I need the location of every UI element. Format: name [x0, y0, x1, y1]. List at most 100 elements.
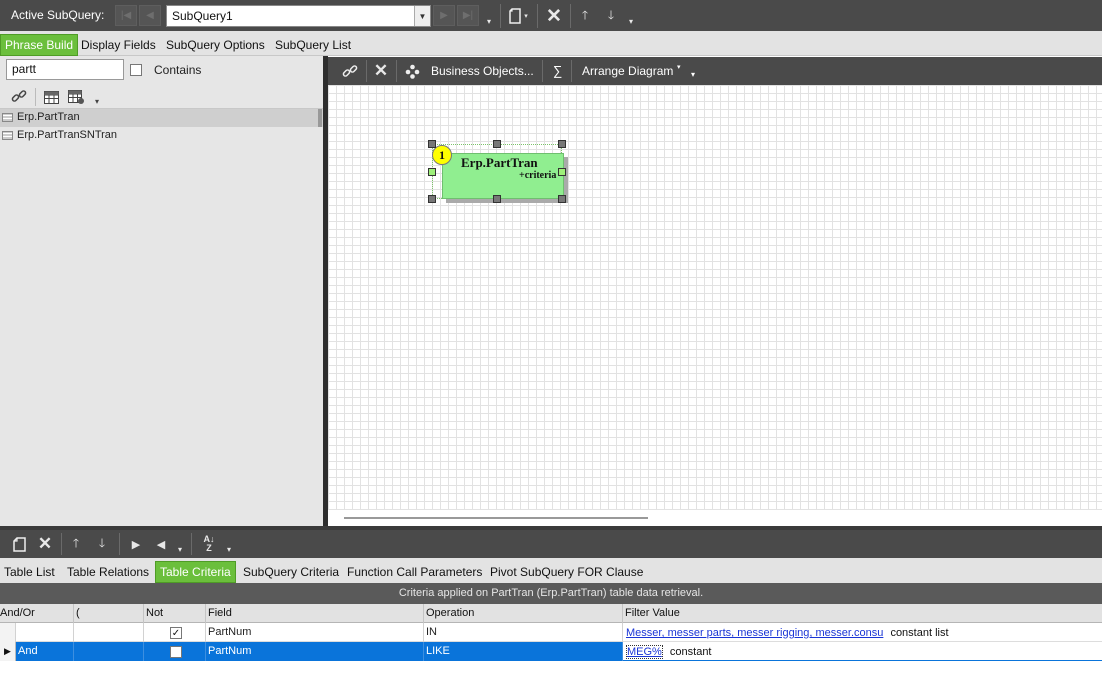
filter-value-link[interactable]: MEG%: [626, 645, 663, 659]
table-grid-icon[interactable]: [41, 88, 61, 106]
column-header-field[interactable]: Field: [206, 604, 424, 623]
not-cell[interactable]: [144, 642, 206, 661]
toolbar-divider: [61, 533, 62, 555]
tab-phrase-build[interactable]: Phrase Build: [0, 34, 79, 56]
contains-label: Contains: [154, 63, 202, 77]
list-item[interactable]: Erp.PartTran: [0, 109, 323, 127]
top-toolbar: Active SubQuery: |◀ ◀ SubQuery1 ▼ ▶ ▶| ▾…: [0, 0, 1102, 31]
toolbar-divider: [396, 60, 397, 82]
filter-value-cell[interactable]: MEG% constant: [623, 642, 1102, 661]
arrange-diagram-button[interactable]: Arrange Diagram: [582, 64, 673, 78]
delete-icon[interactable]: ✕: [543, 5, 565, 27]
diagram-canvas[interactable]: Erp.PartTran +criteria 1: [328, 85, 1102, 510]
resize-handle[interactable]: [428, 168, 436, 176]
field-cell[interactable]: PartNum: [206, 623, 424, 642]
overflow-chevron-icon[interactable]: ▾: [691, 70, 695, 79]
node-order-badge: 1: [432, 145, 452, 165]
andor-cell[interactable]: [16, 623, 74, 642]
business-objects-icon[interactable]: [403, 62, 421, 80]
overflow-chevron-icon[interactable]: ▾: [626, 14, 636, 28]
field-cell[interactable]: PartNum: [206, 642, 424, 661]
new-subquery-icon[interactable]: ▾: [506, 6, 530, 26]
column-header-not[interactable]: Not: [144, 604, 206, 623]
table-list-toolbar: ▾: [0, 84, 323, 109]
last-record-icon[interactable]: ▶|: [457, 5, 479, 26]
link-icon[interactable]: [9, 87, 29, 105]
not-checkbox[interactable]: ✓: [170, 627, 182, 639]
criteria-grid-header: And/Or ( Not Field Operation Filter Valu…: [0, 604, 1102, 623]
resize-handle[interactable]: [428, 140, 436, 148]
paren-cell[interactable]: [74, 642, 144, 661]
node-criteria-label: +criteria: [519, 170, 557, 181]
arrange-dropdown-icon[interactable]: ▾: [677, 63, 681, 71]
sigma-icon[interactable]: ∑: [553, 63, 562, 78]
main-tab-strip: Phrase Build Display Fields SubQuery Opt…: [0, 31, 1102, 56]
overflow-chevron-icon[interactable]: ▾: [484, 14, 494, 28]
column-header-filter-value[interactable]: Filter Value: [623, 604, 1102, 623]
delete-icon[interactable]: ✕: [371, 61, 391, 81]
resize-handle[interactable]: [558, 168, 566, 176]
andor-cell[interactable]: And: [16, 642, 74, 661]
indent-left-icon[interactable]: ◀: [152, 535, 170, 553]
table-settings-icon[interactable]: [66, 88, 86, 106]
table-search-input[interactable]: partt: [6, 59, 124, 80]
move-down-icon[interactable]: 🡓: [602, 6, 620, 26]
tab-display-fields[interactable]: Display Fields: [74, 34, 163, 56]
list-item[interactable]: Erp.PartTranSNTran: [0, 127, 323, 145]
resize-handle[interactable]: [493, 140, 501, 148]
new-criteria-icon[interactable]: [10, 535, 28, 554]
tab-table-relations[interactable]: Table Relations: [60, 561, 156, 583]
paren-cell[interactable]: [74, 623, 144, 642]
resize-handle[interactable]: [493, 195, 501, 203]
list-scrollbar[interactable]: [318, 109, 322, 127]
indent-right-icon[interactable]: ▶: [127, 535, 145, 553]
first-record-icon[interactable]: |◀: [115, 5, 137, 26]
toolbar-divider: [191, 533, 192, 555]
tab-table-list[interactable]: Table List: [0, 561, 62, 583]
contains-checkbox[interactable]: [130, 64, 142, 76]
link-icon[interactable]: [340, 62, 360, 80]
move-down-icon[interactable]: 🡓: [93, 535, 111, 553]
resize-handle[interactable]: [428, 195, 436, 203]
filter-value-link[interactable]: Messer, messer parts, messer rigging, me…: [626, 627, 883, 639]
filter-type-label: constant: [669, 646, 712, 658]
sort-az-icon[interactable]: A↓ Z: [198, 534, 220, 554]
tab-function-call-parameters[interactable]: Function Call Parameters: [340, 561, 489, 583]
chevron-down-icon[interactable]: ▼: [414, 6, 430, 26]
next-record-icon[interactable]: ▶: [433, 5, 455, 26]
business-objects-button[interactable]: Business Objects...: [431, 64, 534, 78]
toolbar-divider: [537, 4, 538, 28]
operation-cell[interactable]: LIKE: [424, 642, 623, 661]
tab-subquery-options[interactable]: SubQuery Options: [159, 34, 272, 56]
not-checkbox[interactable]: [170, 646, 182, 658]
resize-handle[interactable]: [558, 140, 566, 148]
column-header-operation[interactable]: Operation: [424, 604, 623, 623]
scrollbar-thumb[interactable]: [344, 517, 648, 519]
delete-icon[interactable]: ✕: [35, 534, 55, 554]
prev-record-icon[interactable]: ◀: [139, 5, 161, 26]
move-up-icon[interactable]: 🡑: [576, 6, 594, 26]
move-up-icon[interactable]: 🡑: [67, 535, 85, 553]
tab-subquery-list[interactable]: SubQuery List: [268, 34, 358, 56]
overflow-chevron-icon[interactable]: ▾: [224, 543, 234, 555]
diagram-toolbar: ✕ Business Objects... ∑ Arrange Diagram …: [328, 57, 1102, 85]
table-icon: [2, 131, 13, 140]
table-node[interactable]: Erp.PartTran +criteria: [442, 153, 564, 199]
node-title: Erp.PartTran: [461, 155, 538, 170]
operation-cell[interactable]: IN: [424, 623, 623, 642]
table-row[interactable]: ▶ And PartNum LIKE MEG% constant: [0, 642, 1102, 661]
overflow-chevron-icon[interactable]: ▾: [92, 96, 102, 106]
filter-value-cell[interactable]: Messer, messer parts, messer rigging, me…: [623, 623, 1102, 642]
tab-table-criteria[interactable]: Table Criteria: [155, 561, 236, 583]
diagram-horizontal-scrollbar[interactable]: [328, 510, 1102, 526]
toolbar-divider: [571, 60, 572, 82]
overflow-chevron-icon[interactable]: ▾: [175, 543, 185, 555]
column-header-andor[interactable]: And/Or: [0, 604, 74, 623]
tab-subquery-criteria[interactable]: SubQuery Criteria: [236, 561, 346, 583]
not-cell[interactable]: ✓: [144, 623, 206, 642]
table-row[interactable]: ✓ PartNum IN Messer, messer parts, messe…: [0, 623, 1102, 642]
tab-pivot-subquery[interactable]: Pivot SubQuery FOR Clause: [483, 561, 650, 583]
column-header-open-paren[interactable]: (: [74, 604, 144, 623]
resize-handle[interactable]: [558, 195, 566, 203]
active-subquery-select[interactable]: SubQuery1: [166, 5, 431, 27]
